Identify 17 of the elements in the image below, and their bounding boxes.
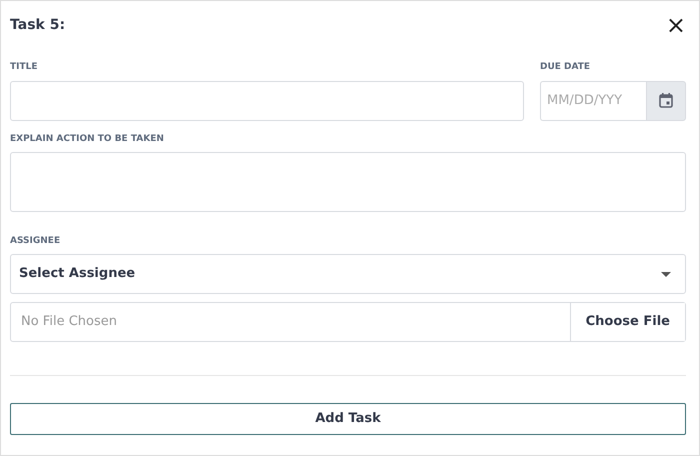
text-field[interactable]: [10, 80, 524, 120]
field-label: DUE DATE: [540, 61, 592, 74]
dialog-title: Task 5:: [10, 16, 66, 35]
select-field[interactable]: Select Assignee: [10, 254, 686, 294]
field-label: EXPLAIN ACTION TO BE TAKEN: [10, 132, 165, 146]
field-label: TITLE: [10, 61, 39, 74]
choose-file-button[interactable]: Choose File: [570, 303, 685, 341]
file-field[interactable]: No File Chosen Choose File: [10, 302, 686, 342]
calendar-button[interactable]: [646, 80, 686, 120]
field-label: ASSIGNEE: [10, 234, 62, 248]
textarea-field[interactable]: [10, 152, 686, 212]
add-task-button[interactable]: Add Task: [10, 403, 686, 435]
date-field[interactable]: MM/DD/YYY: [540, 80, 646, 120]
close-button[interactable]: ×: [666, 13, 686, 37]
file-name: No File Chosen: [20, 313, 118, 332]
calendar-icon: [659, 93, 673, 108]
caret-icon: [661, 272, 671, 276]
